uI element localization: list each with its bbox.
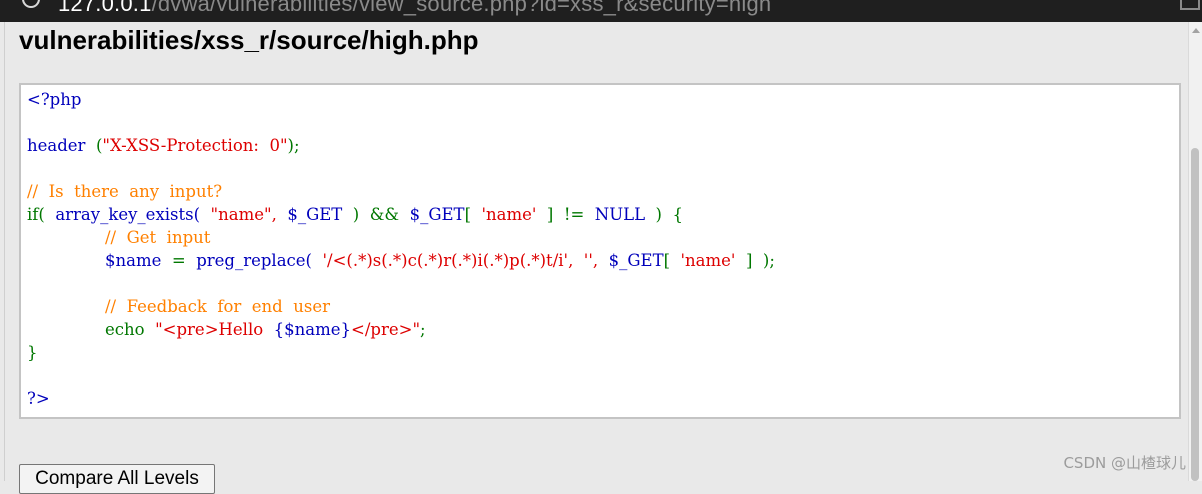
array-key-exists: array_key_exists( bbox=[44, 205, 201, 224]
browser-address-bar[interactable]: 127.0.0.1/dvwa/vulnerabilities/view_sour… bbox=[0, 0, 1202, 22]
header-close: ); bbox=[287, 136, 300, 155]
paren-and: ) && bbox=[342, 205, 400, 224]
empty-string: '', bbox=[573, 251, 599, 270]
null-keyword: NULL bbox=[584, 205, 646, 224]
header-func: header bbox=[27, 136, 86, 155]
compare-all-levels-button[interactable]: Compare All Levels bbox=[19, 464, 215, 494]
bracket-close-end: ] ); bbox=[735, 251, 775, 270]
comment-get-input: // Get input bbox=[105, 228, 211, 247]
code-line-11: echo "<pre>Hello {$name}</pre>"; bbox=[105, 319, 426, 341]
source-code-box: <?php header ("X-XSS-Protection: 0"); //… bbox=[19, 83, 1181, 419]
bracket-close-neq: ] != bbox=[536, 205, 585, 224]
comment-feedback: // Feedback for end user bbox=[105, 297, 330, 316]
scrollbar-thumb[interactable] bbox=[1191, 148, 1199, 481]
page-title: vulnerabilities/xss_r/source/high.php bbox=[19, 25, 479, 55]
code-line-12: } bbox=[27, 342, 38, 364]
scroll-up-arrow-icon[interactable] bbox=[1192, 28, 1200, 33]
echo-name-var: {$name} bbox=[273, 320, 352, 339]
if-keyword: if( bbox=[27, 205, 45, 224]
name-single-1: 'name' bbox=[471, 205, 537, 224]
page-content: vulnerabilities/xss_r/source/high.php <?… bbox=[4, 22, 1189, 494]
code-line-7: // Get input bbox=[105, 227, 210, 249]
url-text[interactable]: 127.0.0.1/dvwa/vulnerabilities/view_sour… bbox=[58, 0, 771, 17]
vertical-scrollbar[interactable] bbox=[1188, 22, 1202, 481]
code-line-6: if( array_key_exists( "name", $_GET ) &&… bbox=[27, 204, 683, 226]
code-line-10: // Feedback for end user bbox=[105, 296, 330, 318]
php-open-tag: <?php bbox=[27, 90, 82, 109]
header-string: "X-XSS-Protection: 0" bbox=[102, 136, 288, 155]
comment-input: // Is there any input? bbox=[27, 182, 223, 201]
code-line-5: // Is there any input? bbox=[27, 181, 222, 203]
echo-keyword: echo bbox=[105, 320, 145, 339]
get-var-3: $_GET bbox=[598, 251, 664, 270]
echo-string-close: </pre>" bbox=[351, 320, 421, 339]
paren-brace: ) { bbox=[645, 205, 683, 224]
header-open: ( bbox=[85, 136, 103, 155]
echo-string-open: "<pre>Hello bbox=[144, 320, 274, 339]
url-host: 127.0.0.1 bbox=[58, 0, 152, 16]
php-close-tag: ?> bbox=[27, 389, 50, 408]
preg-replace: preg_replace( bbox=[185, 251, 312, 270]
assign-op: = bbox=[161, 251, 186, 270]
code-line-8: $name = preg_replace( '/<(.*)s(.*)c(.*)r… bbox=[105, 250, 775, 272]
name-single-2: 'name' bbox=[670, 251, 736, 270]
watermark: CSDN @山楂球儿 bbox=[1063, 454, 1186, 472]
code-line-3: header ("X-XSS-Protection: 0"); bbox=[27, 135, 300, 157]
regex-string: '/<(.*)s(.*)c(.*)r(.*)i(.*)p(.*)t/i', bbox=[312, 251, 574, 270]
get-var-1: $_GET bbox=[276, 205, 343, 224]
code-line-14: ?> bbox=[27, 388, 50, 410]
window-control-icon[interactable] bbox=[1180, 0, 1200, 10]
echo-semicolon: ; bbox=[420, 320, 426, 339]
url-path: /dvwa/vulnerabilities/view_source.php?id… bbox=[151, 0, 772, 16]
name-var: $name bbox=[105, 251, 162, 270]
close-brace: } bbox=[27, 343, 38, 362]
name-key: "name", bbox=[200, 205, 277, 224]
site-info-icon[interactable] bbox=[22, 0, 40, 8]
get-var-2: $_GET bbox=[399, 205, 465, 224]
code-line-1: <?php bbox=[27, 89, 81, 111]
